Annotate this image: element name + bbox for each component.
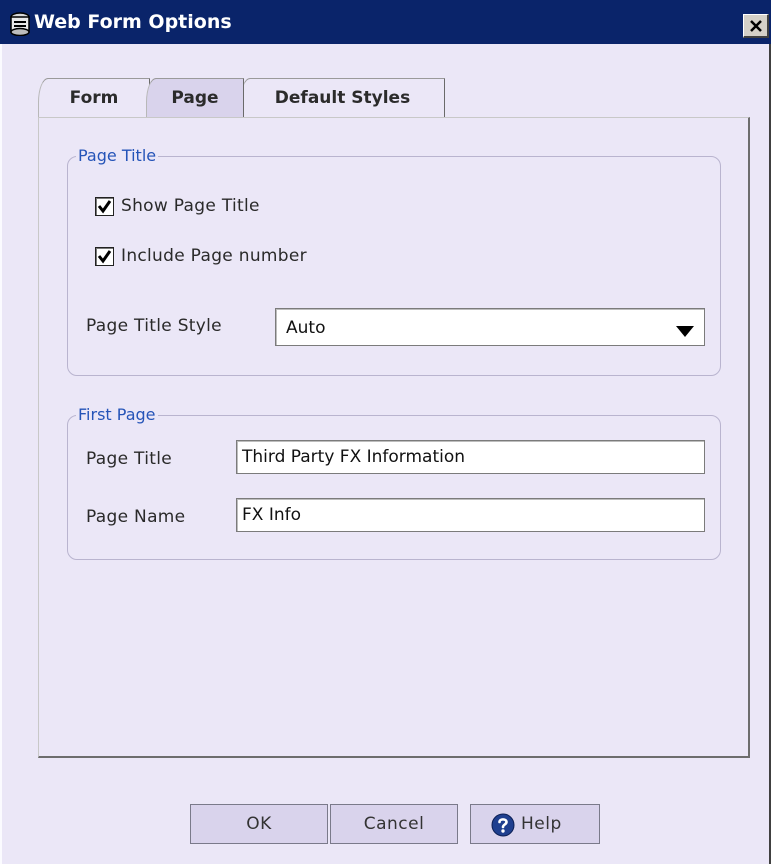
help-button[interactable]: Help [470,804,600,844]
first-page-group-legend: First Page [76,405,158,424]
tab-page[interactable]: Page [146,78,244,120]
page-title-style-select[interactable]: Auto [275,308,705,346]
page-title-style-value: Auto [286,318,326,338]
window-border-left [0,44,2,864]
ok-button[interactable]: OK [190,804,328,844]
tab-form[interactable]: Form [38,78,150,118]
help-question-icon [491,813,515,837]
include-page-number-checkbox[interactable] [95,247,114,266]
form-app-icon [9,12,31,37]
close-button[interactable] [743,14,769,38]
tab-default-styles[interactable]: Default Styles [240,78,445,118]
page-name-field-label: Page Name [86,507,186,527]
title-bar[interactable]: Web Form Options [0,0,771,44]
page-title-group-legend: Page Title [76,146,159,165]
dropdown-arrow-icon [676,322,694,341]
page-title-group: Page Title Show Page Title Include Page … [67,147,721,376]
show-page-title-checkbox[interactable] [95,197,114,216]
cancel-button[interactable]: Cancel [330,804,458,844]
first-page-group: First Page Page Title Third Party FX Inf… [67,406,721,560]
page-title-field-label: Page Title [86,449,172,469]
page-title-style-label: Page Title Style [86,316,222,336]
window-title: Web Form Options [34,11,232,33]
page-name-input[interactable]: FX Info [236,498,705,532]
include-page-number-label[interactable]: Include Page number [121,245,307,267]
tab-panel-page: Page Title Show Page Title Include Page … [38,117,750,758]
show-page-title-label[interactable]: Show Page Title [121,195,260,217]
page-title-input[interactable]: Third Party FX Information [236,440,705,474]
help-button-label: Help [521,814,562,834]
